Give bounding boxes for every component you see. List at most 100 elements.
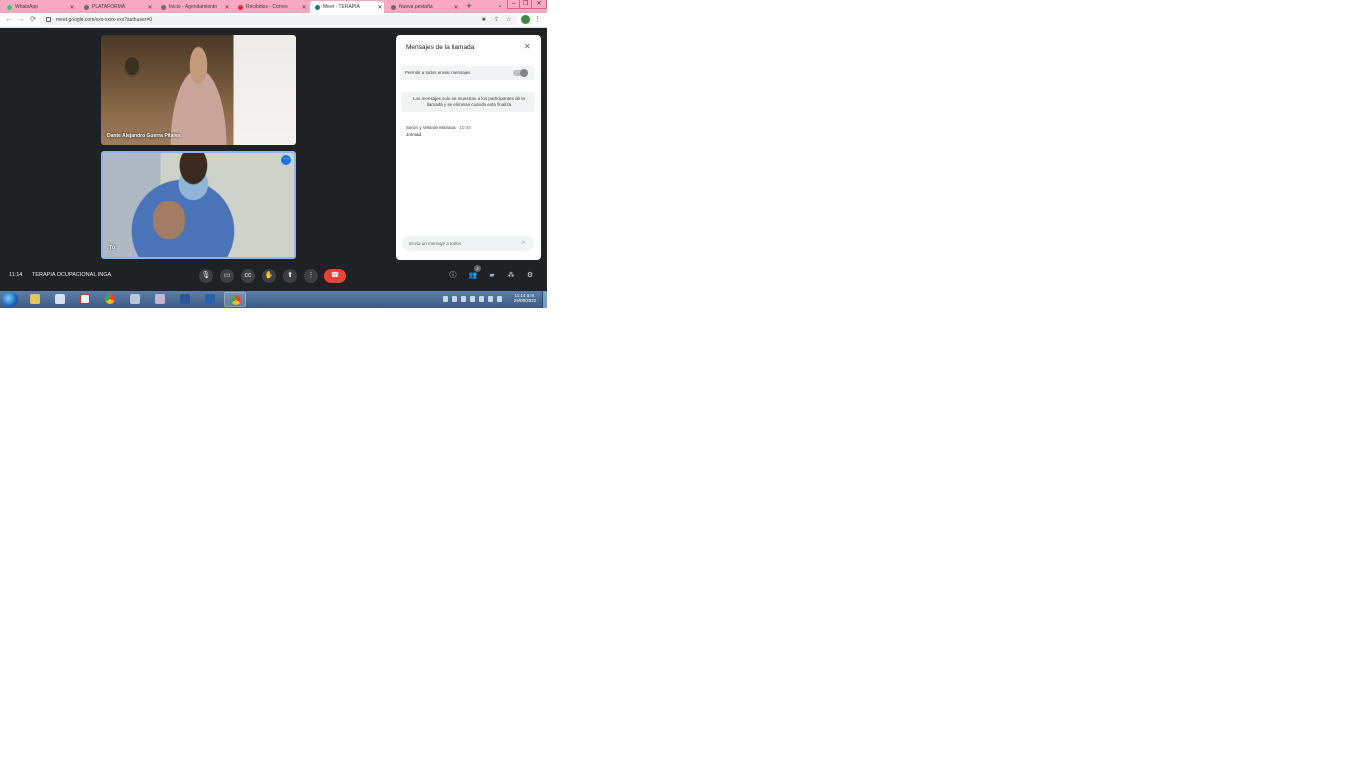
participant-name: Dante Alejandro Guerra Pilares <box>107 133 181 139</box>
new-tab-button[interactable]: + <box>464 1 474 12</box>
tab-plataforma[interactable]: PLATAFORMA ✕ <box>79 1 154 13</box>
arrow-right-icon[interactable]: → <box>16 15 26 25</box>
allow-messages-toggle[interactable] <box>513 69 528 77</box>
share-icon[interactable]: ⇪ <box>494 15 499 25</box>
close-icon[interactable]: ✕ <box>146 4 154 11</box>
message-text: Jormad <box>406 132 422 137</box>
message-time: 10:44 <box>459 125 471 130</box>
close-icon[interactable]: ✕ <box>376 4 384 11</box>
message-header: Serón y Velarde Mariana 10:44 <box>406 125 471 130</box>
word-icon[interactable] <box>174 292 196 307</box>
close-window-icon[interactable]: ✕ <box>531 0 547 9</box>
video-tile-self[interactable]: ··· Tú <box>101 151 296 259</box>
self-video-hand <box>153 201 185 239</box>
globe-icon <box>84 4 89 10</box>
lock-icon <box>46 17 51 22</box>
windows-taskbar: 11:14 a.m. 29/09/2022 <box>0 291 547 308</box>
activities-icon[interactable]: ⁂ <box>505 270 517 282</box>
participant-count-badge: 2 <box>474 265 481 272</box>
acrobat-icon[interactable] <box>74 292 96 307</box>
tab-label: Nueva pestaña <box>399 4 433 10</box>
meet-control-bar: 11:14 TERAPIA OCUPACIONAL INGA 🎙 ▭ cc ✋ … <box>0 264 547 290</box>
arrow-left-icon[interactable]: ← <box>4 15 14 25</box>
tab-label: WhatsApp <box>15 4 39 10</box>
close-icon[interactable]: ✕ <box>223 4 231 11</box>
file-explorer-icon[interactable] <box>24 292 46 307</box>
tab-label: Recibidos - Correo <box>246 4 288 10</box>
microphone-icon[interactable]: 🎙 <box>199 269 213 283</box>
star-icon[interactable]: ☆ <box>506 15 511 25</box>
meeting-clock: 11:14 <box>9 272 23 278</box>
tab-nueva[interactable]: Nueva pestaña ✕ <box>386 1 460 13</box>
present-screen-icon[interactable]: ⬆ <box>283 269 297 283</box>
app-icon[interactable] <box>199 292 221 307</box>
windows-start-icon[interactable] <box>2 292 18 307</box>
taskbar-clock[interactable]: 11:14 a.m. 29/09/2022 <box>510 293 540 303</box>
address-bar[interactable]: meet.google.com/xxx-xxxx-xxx?authuser=0 … <box>42 15 518 25</box>
tab-label: Inicio - Agendamiento <box>169 4 218 10</box>
close-icon[interactable]: ✕ <box>524 43 531 51</box>
show-desktop-button[interactable] <box>542 291 547 308</box>
close-icon[interactable]: ✕ <box>452 4 460 11</box>
chat-icon[interactable]: ▰ <box>486 270 498 282</box>
tray-icon[interactable] <box>452 296 457 302</box>
chat-panel: Mensajes de la llamada ✕ Permitir a todo… <box>396 35 541 260</box>
meet-icon <box>315 4 320 10</box>
captions-icon[interactable]: cc <box>241 269 255 283</box>
self-name: Tú <box>109 245 116 251</box>
camera-icon[interactable]: ■ <box>482 15 486 25</box>
battery-icon[interactable] <box>479 296 484 302</box>
info-icon[interactable]: ⓘ <box>447 270 459 282</box>
participant-video <box>161 43 236 145</box>
system-tray <box>440 294 508 305</box>
video-tile-participant[interactable]: Dante Alejandro Guerra Pilares <box>101 35 296 145</box>
chat-message-input[interactable] <box>402 236 534 251</box>
tab-label: PLATAFORMA <box>92 4 126 10</box>
chat-info-text: Los mensajes solo se muestran a los part… <box>413 96 525 107</box>
chat-info-box: Los mensajes solo se muestran a los part… <box>401 92 535 112</box>
message-sender: Serón y Velarde Mariana <box>406 125 456 130</box>
chat-title: Mensajes de la llamada <box>406 44 475 51</box>
close-icon[interactable]: ✕ <box>300 4 308 11</box>
end-call-button[interactable]: ☎ <box>324 269 346 283</box>
kebab-icon[interactable]: ⋮ <box>534 15 541 25</box>
browser-toolbar: ← → ⟳ meet.google.com/xxx-xxxx-xxx?authu… <box>0 13 547 28</box>
globe-icon <box>391 4 396 10</box>
wall-frame <box>123 55 141 77</box>
close-icon[interactable]: ✕ <box>68 4 76 11</box>
toggle-knob <box>520 69 528 77</box>
whatsapp-icon <box>7 4 12 10</box>
tab-correo[interactable]: Recibidos - Correo ✕ <box>233 1 308 13</box>
taskbar-date: 29/09/2022 <box>513 298 537 303</box>
mail-icon <box>238 4 243 10</box>
tab-whatsapp[interactable]: WhatsApp ✕ <box>2 1 76 13</box>
tab-label: Meet - TERAPIA <box>323 4 360 10</box>
url-text[interactable]: meet.google.com/xxx-xxxx-xxx?authuser=0 <box>56 15 152 25</box>
send-icon[interactable]: ➤ <box>521 239 526 247</box>
allow-messages-label: Permitir a todos enviar mensajes <box>405 70 471 75</box>
document-app-icon[interactable] <box>49 292 71 307</box>
network-icon[interactable] <box>470 296 475 302</box>
more-options-icon[interactable]: ⋮ <box>304 269 318 283</box>
app-icon[interactable] <box>149 292 171 307</box>
raise-hand-icon[interactable]: ✋ <box>262 269 276 283</box>
flag-icon[interactable] <box>497 296 502 302</box>
app-icon[interactable] <box>124 292 146 307</box>
more-options-icon[interactable]: ··· <box>281 155 291 165</box>
tab-agendamiento[interactable]: Inicio - Agendamiento ✕ <box>156 1 231 13</box>
tab-meet[interactable]: Meet - TERAPIA ✕ <box>310 1 384 13</box>
meeting-name: TERAPIA OCUPACIONAL INGA <box>32 272 112 278</box>
reload-icon[interactable]: ⟳ <box>28 15 38 25</box>
chevron-up-icon[interactable] <box>461 296 466 302</box>
chrome-icon[interactable] <box>99 292 121 307</box>
allow-messages-row: Permitir a todos enviar mensajes <box>401 66 535 80</box>
tab-search-icon[interactable]: ⌄ <box>495 1 505 12</box>
chrome-icon[interactable] <box>224 292 246 307</box>
host-controls-icon[interactable]: ⚙ <box>524 270 536 282</box>
volume-icon[interactable] <box>488 296 493 302</box>
keyboard-icon[interactable] <box>443 296 448 302</box>
camera-icon[interactable]: ▭ <box>220 269 234 283</box>
browser-tab-strip: WhatsApp ✕ PLATAFORMA ✕ Inicio - Agendam… <box>0 0 547 13</box>
globe-icon <box>161 4 166 10</box>
profile-avatar[interactable] <box>521 15 530 24</box>
